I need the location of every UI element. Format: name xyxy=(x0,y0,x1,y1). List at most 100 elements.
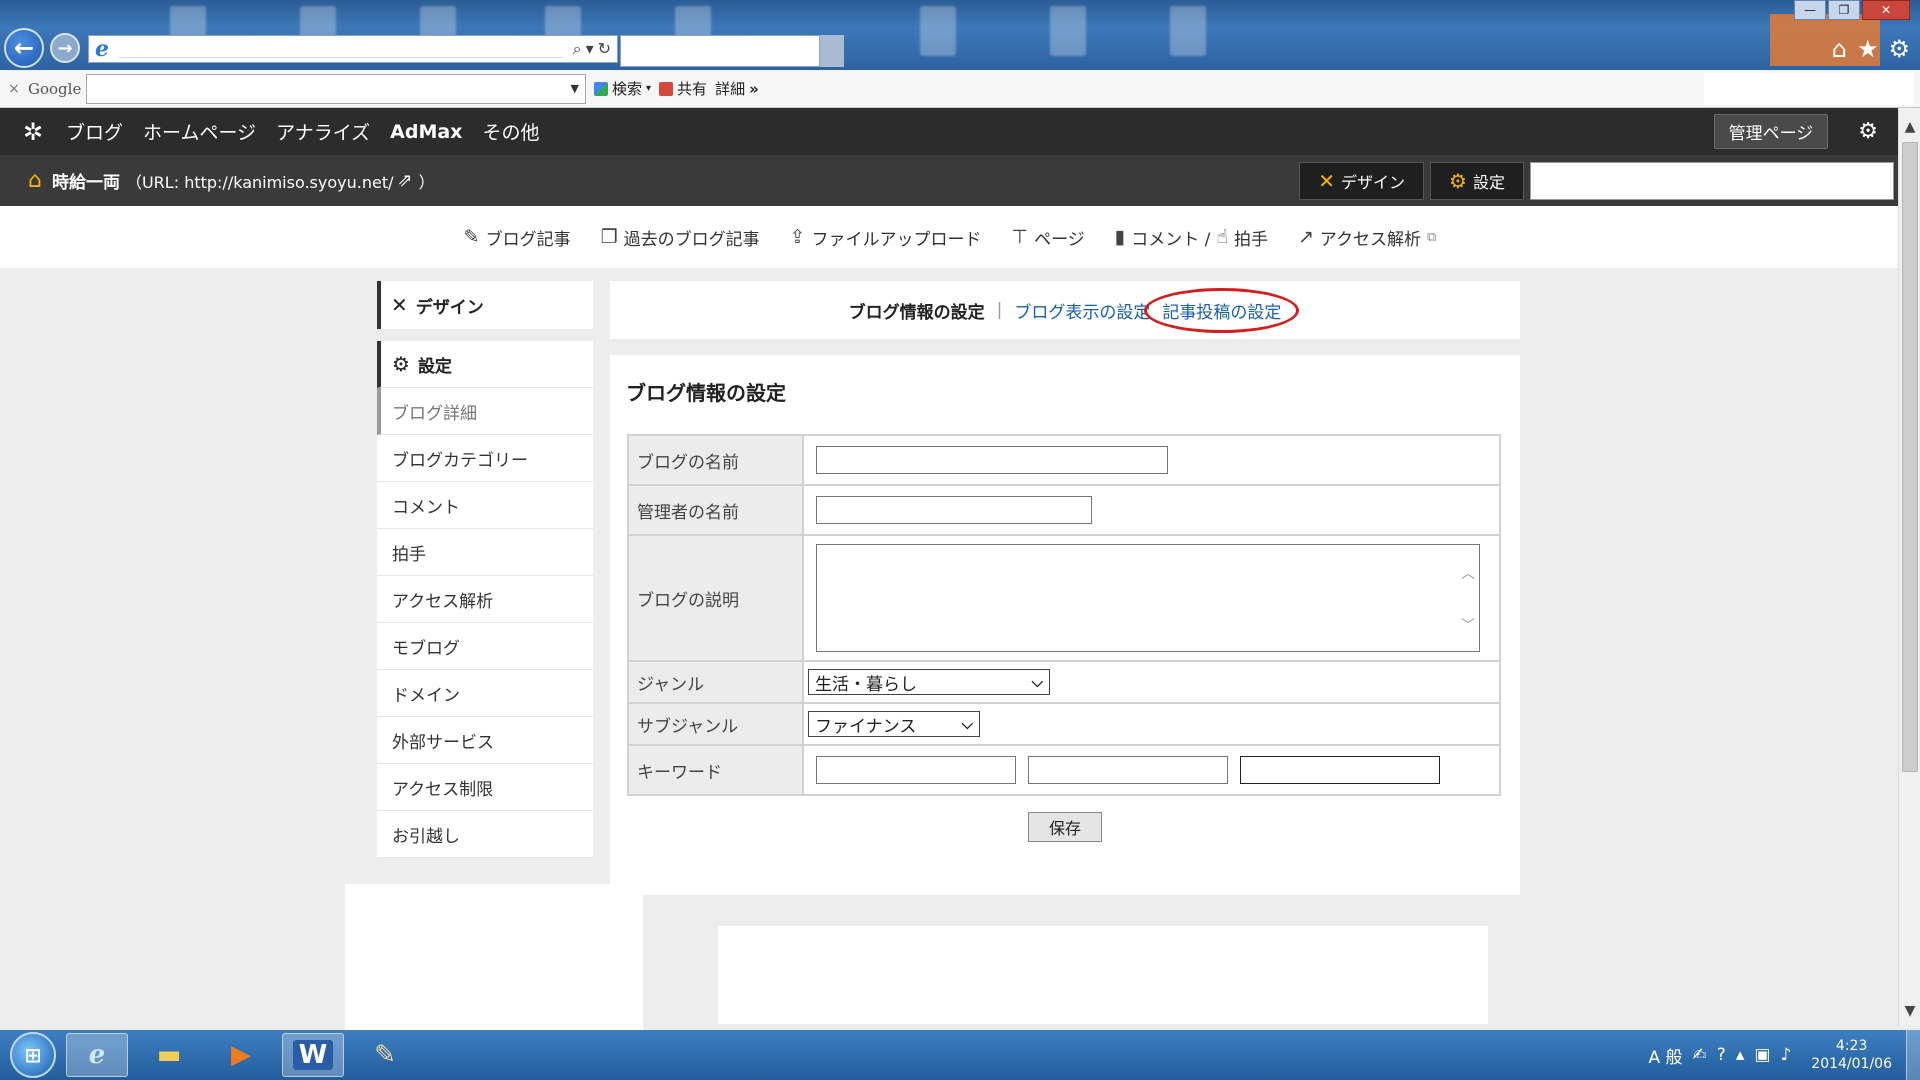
favorites-star-icon[interactable]: ★ xyxy=(1857,35,1879,63)
menu-blog-posts[interactable]: ✎ ブログ記事 xyxy=(464,225,571,250)
desktop-icon[interactable] xyxy=(920,6,956,56)
details-button[interactable]: 詳細 » xyxy=(715,78,759,99)
close-button[interactable]: ✕ xyxy=(1862,0,1910,20)
google-search-button[interactable]: 検索 ▾ xyxy=(594,78,651,99)
tools-gear-icon[interactable]: ⚙ xyxy=(1888,35,1910,63)
sidebar-item-categories[interactable]: ブログカテゴリー xyxy=(377,435,593,482)
nav-admax[interactable]: AdMax xyxy=(390,121,462,143)
taskbar-paint[interactable]: ✎ xyxy=(354,1033,416,1077)
show-desktop-button[interactable] xyxy=(1906,1030,1920,1080)
blog-name[interactable]: 時給一両 xyxy=(52,168,120,193)
desktop-icon[interactable] xyxy=(1170,6,1206,56)
site-logo-icon[interactable]: ✲ xyxy=(0,118,66,146)
help-icon[interactable]: ? xyxy=(1717,1045,1726,1065)
search-icon[interactable]: ⌕ xyxy=(573,39,582,59)
desktop-background: — ❐ ✕ ← → e ⌕ ▾ ↻ ⌂ ★ ⚙ xyxy=(0,0,1920,70)
ime-tools-icon[interactable]: ✍ xyxy=(1693,1045,1707,1065)
tab-blog-display[interactable]: ブログ表示の設定 xyxy=(1014,298,1150,323)
blank-area xyxy=(345,884,643,1034)
tab-blog-info[interactable]: ブログ情報の設定 xyxy=(849,298,985,323)
windows-taskbar: ⊞ e ▬ ▶ W ✎ A 般 ✍ ? ▴ ▣ ♪ 4:23 2014/01/0… xyxy=(0,1030,1920,1080)
nav-other[interactable]: その他 xyxy=(482,118,539,145)
refresh-icon[interactable]: ↻ xyxy=(598,39,611,59)
menu-access-analysis[interactable]: ↗ アクセス解析 ⧉ xyxy=(1298,225,1436,250)
settings-tabs: ブログ情報の設定 | ブログ表示の設定 記事投稿の設定 xyxy=(610,281,1520,339)
dropdown-icon: ▾ xyxy=(646,83,652,94)
dropdown-icon[interactable]: ▼ xyxy=(571,82,579,95)
label-admin-name: 管理者の名前 xyxy=(627,484,804,536)
show-hidden-icons-icon[interactable]: ▴ xyxy=(1736,1045,1745,1065)
forward-button[interactable]: → xyxy=(50,33,80,63)
scroll-up-icon[interactable]: ▲ xyxy=(1899,116,1920,138)
restore-button[interactable]: ❐ xyxy=(1828,0,1860,20)
keyword-input-2[interactable] xyxy=(1028,756,1228,784)
scroll-thumb[interactable] xyxy=(1902,142,1918,772)
admin-name-input[interactable] xyxy=(816,496,1092,524)
clock[interactable]: 4:23 2014/01/06 xyxy=(1811,1037,1892,1073)
nav-homepage[interactable]: ホームページ xyxy=(143,118,256,145)
sidebar-item-comments[interactable]: コメント xyxy=(377,482,593,529)
sidebar-settings-list: ⚙ 設定 ブログ詳細 ブログカテゴリー コメント 拍手 アクセス解析 モブログ … xyxy=(377,341,593,858)
settings-button[interactable]: ⚙ 設定 xyxy=(1430,161,1524,200)
taskbar-ie[interactable]: e xyxy=(66,1033,128,1077)
scroll-down-icon[interactable]: ﹀ xyxy=(1461,615,1475,635)
menu-comments-claps[interactable]: ▮ コメント / ☝ 拍手 xyxy=(1115,225,1268,250)
home-icon[interactable]: ⌂ xyxy=(1832,35,1847,63)
external-link-icon[interactable]: ⇗ xyxy=(397,170,412,191)
nav-blog[interactable]: ブログ xyxy=(66,118,123,145)
close-toolbar-icon[interactable]: × xyxy=(0,81,28,97)
sidebar-item-external-services[interactable]: 外部サービス xyxy=(377,717,593,764)
nav-analyze[interactable]: アナライズ xyxy=(276,118,370,145)
settings-gear-icon[interactable]: ⚙ xyxy=(1858,119,1878,144)
keyword-input-3[interactable] xyxy=(1240,756,1440,784)
sidebar-settings[interactable]: ⚙ 設定 xyxy=(377,341,593,388)
sidebar-item-migration[interactable]: お引越し xyxy=(377,811,593,858)
ime-indicator[interactable]: A 般 xyxy=(1649,1043,1683,1068)
taskbar-word[interactable]: W xyxy=(282,1033,344,1077)
menu-pages[interactable]: ⊤ ページ xyxy=(1012,225,1085,250)
dropdown-icon[interactable]: ▾ xyxy=(586,39,594,59)
volume-icon[interactable]: ♪ xyxy=(1780,1045,1791,1065)
start-button[interactable]: ⊞ xyxy=(10,1032,56,1078)
description-textarea[interactable]: ︿ ﹀ xyxy=(816,544,1480,652)
blog-sub-menu: ✎ ブログ記事 ❐ 過去のブログ記事 ⇪ ファイルアップロード ⊤ ページ ▮ コメント … xyxy=(0,206,1900,268)
back-button[interactable]: ← xyxy=(4,28,44,68)
desktop-icon[interactable] xyxy=(1050,6,1086,56)
network-icon[interactable]: ▣ xyxy=(1754,1045,1770,1065)
taskbar-media-player[interactable]: ▶ xyxy=(210,1033,272,1077)
sidebar-item-claps[interactable]: 拍手 xyxy=(377,529,593,576)
tab-post-settings[interactable]: 記事投稿の設定 xyxy=(1144,287,1300,333)
sidebar-item-moblog[interactable]: モブログ xyxy=(377,623,593,670)
save-button[interactable]: 保存 xyxy=(1028,812,1102,842)
address-bar[interactable]: e ⌕ ▾ ↻ xyxy=(88,35,618,63)
minimize-button[interactable]: — xyxy=(1794,0,1826,20)
keyword-input-1[interactable] xyxy=(816,756,1016,784)
scroll-down-icon[interactable]: ▼ xyxy=(1899,1000,1920,1022)
admin-page-button[interactable]: 管理ページ xyxy=(1713,114,1829,149)
sidebar-item-access-restriction[interactable]: アクセス制限 xyxy=(377,764,593,811)
genre-select[interactable]: 生活・暮らし ⌵ xyxy=(808,669,1050,695)
google-search-input[interactable]: ▼ xyxy=(86,73,586,104)
blog-bar: ⌂ 時給一両 （URL: http://kanimiso.syoyu.net/ … xyxy=(0,155,1900,206)
scroll-up-icon[interactable]: ︿ xyxy=(1461,563,1475,583)
menu-past-posts[interactable]: ❐ 過去のブログ記事 xyxy=(601,225,760,250)
page-title: ブログ情報の設定 xyxy=(626,381,786,405)
new-tab-button[interactable] xyxy=(820,35,844,67)
sidebar-settings-label: 設定 xyxy=(417,356,452,377)
design-button[interactable]: ✕ デザイン xyxy=(1299,161,1425,200)
subgenre-select[interactable]: ファイナンス ⌵ xyxy=(808,711,980,737)
taskbar-explorer[interactable]: ▬ xyxy=(138,1033,200,1077)
sidebar-item-access-analysis[interactable]: アクセス解析 xyxy=(377,576,593,623)
home-icon[interactable]: ⌂ xyxy=(28,168,42,193)
menu-file-upload[interactable]: ⇪ ファイルアップロード xyxy=(790,225,982,250)
comment-icon: ▮ xyxy=(1114,226,1126,248)
address-input[interactable] xyxy=(119,40,563,58)
page-scrollbar[interactable]: ▲ ▼ xyxy=(1898,108,1920,1026)
sidebar-item-blog-details[interactable]: ブログ詳細 xyxy=(377,388,593,435)
sidebar-item-domain[interactable]: ドメイン xyxy=(377,670,593,717)
blog-name-input[interactable] xyxy=(816,446,1168,474)
blog-url[interactable]: （URL: http://kanimiso.syoyu.net/ xyxy=(126,169,394,193)
browser-tab[interactable] xyxy=(620,35,820,67)
sidebar-design[interactable]: ✕ デザイン xyxy=(377,281,593,329)
share-button[interactable]: 共有 xyxy=(659,78,707,99)
